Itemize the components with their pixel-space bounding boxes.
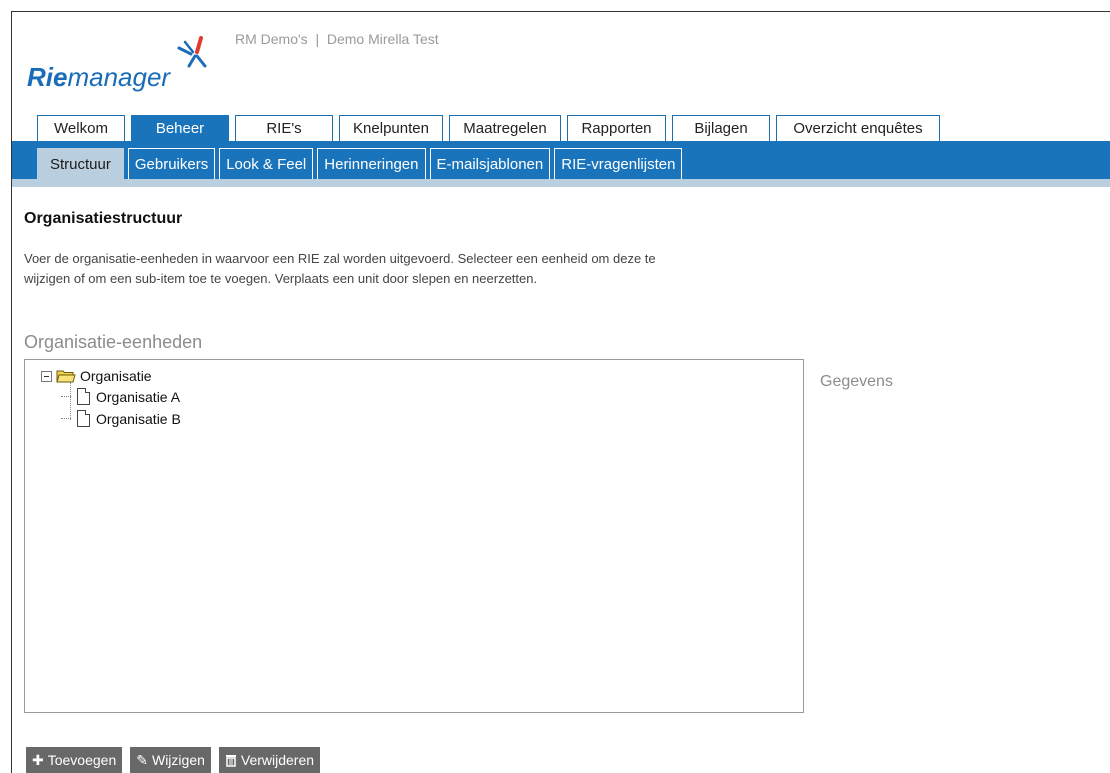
- document-icon: [77, 410, 90, 427]
- subtab-look-and-feel[interactable]: Look & Feel: [219, 148, 314, 179]
- main-tabs: Welkom Beheer RIE's Knelpunten Maatregel…: [37, 115, 940, 141]
- intro-line-2: wijzigen of om een sub-item toe te voege…: [24, 271, 538, 286]
- sub-tabs: Structuur Gebruikers Look & Feel Herinne…: [37, 148, 683, 179]
- tab-maatregelen[interactable]: Maatregelen: [449, 115, 561, 141]
- intro-line-1: Voer de organisatie-eenheden in waarvoor…: [24, 251, 656, 266]
- tab-beheer[interactable]: Beheer: [131, 115, 229, 141]
- add-button[interactable]: ✚ Toevoegen: [26, 747, 123, 773]
- tree-label-root[interactable]: Organisatie: [80, 368, 152, 384]
- logo-mark-icon: [177, 36, 207, 68]
- subtab-emailsjablonen[interactable]: E-mailsjablonen: [429, 148, 551, 179]
- tab-welkom[interactable]: Welkom: [37, 115, 125, 141]
- logo-bold: Rie: [27, 62, 68, 92]
- tab-rapporten[interactable]: Rapporten: [567, 115, 666, 141]
- add-button-label: Toevoegen: [47, 752, 117, 768]
- edit-button[interactable]: ✎ Wijzigen: [130, 747, 211, 773]
- tab-bijlagen[interactable]: Bijlagen: [672, 115, 770, 141]
- subtab-herinneringen[interactable]: Herinneringen: [317, 148, 426, 179]
- tab-overzicht-enquetes[interactable]: Overzicht enquêtes: [776, 115, 940, 141]
- tab-ries[interactable]: RIE's: [235, 115, 333, 141]
- action-buttons: ✚ Toevoegen ✎ Wijzigen Verwijderen: [26, 747, 321, 773]
- site-title: RM Demo's | Demo Mirella Test: [235, 31, 439, 47]
- collapse-icon[interactable]: [41, 370, 52, 382]
- tree-node-child[interactable]: Organisatie A: [61, 388, 180, 405]
- details-title: Gegevens: [820, 373, 893, 390]
- subtab-structuur[interactable]: Structuur: [37, 148, 124, 179]
- tab-knelpunten[interactable]: Knelpunten: [339, 115, 443, 141]
- trash-icon: [225, 754, 236, 767]
- section-title: Organisatie-eenheden: [24, 332, 203, 352]
- tree-label-organisatie-b[interactable]: Organisatie B: [96, 411, 181, 427]
- delete-button[interactable]: Verwijderen: [218, 747, 321, 773]
- subtab-gebruikers[interactable]: Gebruikers: [127, 148, 216, 179]
- tree-node-root[interactable]: Organisatie: [41, 368, 152, 384]
- subtab-rie-vragenlijsten[interactable]: RIE-vragenlijsten: [554, 148, 683, 179]
- page-title: Organisatiestructuur: [24, 210, 183, 227]
- tree-node-child[interactable]: Organisatie B: [61, 410, 181, 427]
- riemanager-logo[interactable]: Riemanager: [27, 36, 207, 92]
- subnav-underline: [12, 179, 1110, 187]
- folder-open-icon: [56, 370, 76, 383]
- pencil-icon: ✎: [136, 752, 148, 768]
- document-icon: [77, 388, 90, 405]
- intro-text: Voer de organisatie-eenheden in waarvoor…: [24, 249, 784, 289]
- org-tree-panel[interactable]: Organisatie Organisatie A Organisatie B: [24, 359, 804, 713]
- logo-light: manager: [67, 62, 171, 92]
- edit-button-label: Wijzigen: [151, 752, 205, 768]
- plus-icon: ✚: [32, 752, 44, 768]
- tree-label-organisatie-a[interactable]: Organisatie A: [96, 389, 180, 405]
- delete-button-label: Verwijderen: [240, 752, 315, 768]
